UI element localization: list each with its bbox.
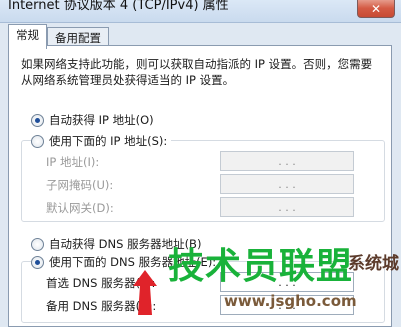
manual-dns-radio-row[interactable]: 使用下面的 DNS 服务器地址(E): bbox=[31, 254, 221, 270]
window-title: Internet 协议版本 4 (TCP/IPv4) 属性 bbox=[8, 0, 229, 13]
default-gateway-row: 默认网关(D): . . . bbox=[46, 197, 396, 217]
auto-dns-radio[interactable] bbox=[31, 237, 44, 251]
subnet-mask-label: 子网掩码(U): bbox=[46, 178, 114, 192]
title-bar: Internet 协议版本 4 (TCP/IPv4) 属性 ✕ bbox=[0, 0, 401, 23]
default-gateway-field[interactable]: . . . bbox=[220, 197, 354, 217]
auto-ip-label: 自动获得 IP 地址(O) bbox=[49, 113, 154, 127]
general-tab-panel: 如果网络支持此功能，则可以获取自动指派的 IP 设置。否则，您需要从网络系统管理… bbox=[8, 45, 392, 327]
ip-address-label: IP 地址(I): bbox=[46, 155, 100, 169]
subnet-mask-row: 子网掩码(U): . . . bbox=[46, 174, 396, 194]
manual-ip-label: 使用下面的 IP 地址(S): bbox=[49, 134, 168, 148]
manual-ip-radio-row[interactable]: 使用下面的 IP 地址(S): bbox=[31, 133, 172, 149]
alternate-dns-field[interactable]: . . . bbox=[220, 295, 354, 315]
manual-ip-radio[interactable] bbox=[31, 134, 44, 148]
auto-dns-label: 自动获得 DNS 服务器地址(B) bbox=[49, 237, 202, 251]
tab-strip: 常规 备用配置 bbox=[8, 24, 109, 49]
auto-dns-radio-row[interactable]: 自动获得 DNS 服务器地址(B) bbox=[31, 236, 201, 252]
manual-dns-radio[interactable] bbox=[31, 255, 44, 269]
tab-general[interactable]: 常规 bbox=[8, 24, 47, 49]
alternate-dns-row: 备用 DNS 服务器(A): . . . bbox=[46, 295, 396, 315]
auto-ip-radio-row[interactable]: 自动获得 IP 地址(O) bbox=[31, 112, 154, 128]
annotation-arrow-icon bbox=[133, 270, 157, 315]
close-icon: ✕ bbox=[370, 2, 382, 16]
auto-ip-radio[interactable] bbox=[31, 113, 44, 127]
preferred-dns-field[interactable]: . . . bbox=[220, 272, 354, 292]
default-gateway-label: 默认网关(D): bbox=[46, 201, 114, 215]
ip-settings-group: IP 地址(I): . . . 子网掩码(U): . . . 默认网关(D): … bbox=[21, 140, 385, 222]
dns-settings-group: 首选 DNS 服务器(P): . . . 备用 DNS 服务器(A): . . … bbox=[21, 261, 385, 323]
ip-address-row: IP 地址(I): . . . bbox=[46, 151, 396, 171]
close-button[interactable]: ✕ bbox=[357, 0, 395, 18]
subnet-mask-field[interactable]: . . . bbox=[220, 174, 354, 194]
intro-text: 如果网络支持此功能，则可以获取自动指派的 IP 设置。否则，您需要从网络系统管理… bbox=[21, 57, 373, 87]
ip-address-field[interactable]: . . . bbox=[220, 151, 354, 171]
manual-dns-label: 使用下面的 DNS 服务器地址(E): bbox=[49, 255, 217, 269]
preferred-dns-row: 首选 DNS 服务器(P): . . . bbox=[46, 272, 396, 292]
